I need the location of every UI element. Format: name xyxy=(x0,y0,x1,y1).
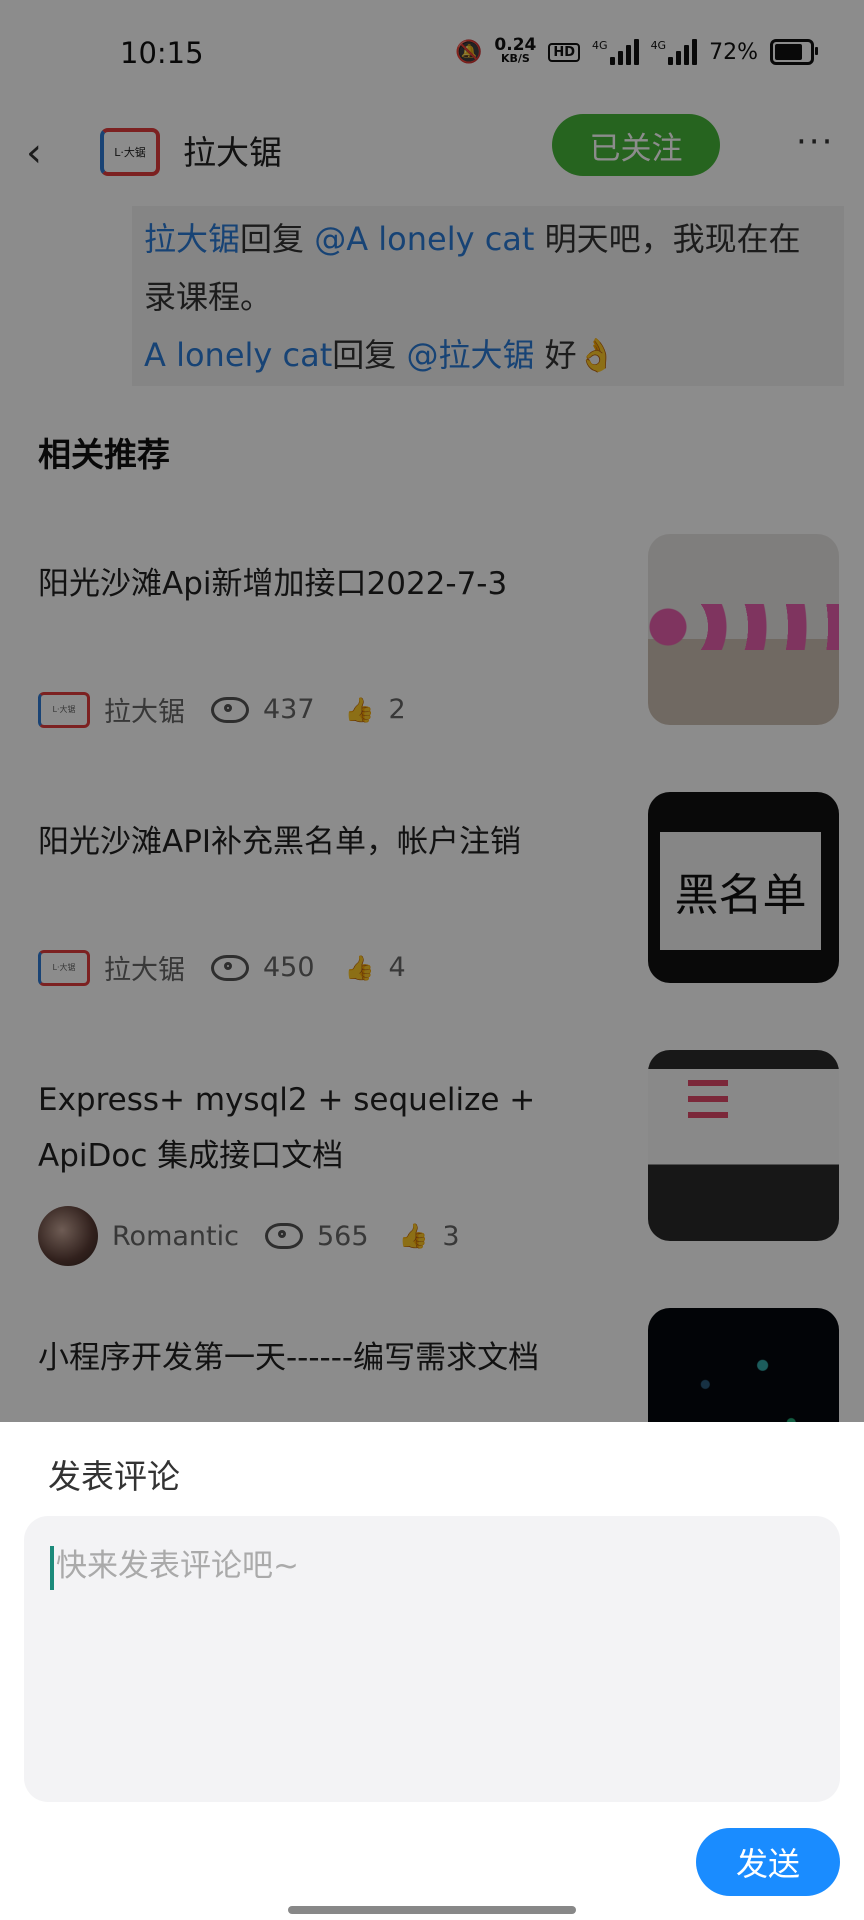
comment-placeholder: 快来发表评论吧~ xyxy=(56,1548,299,1584)
text-caret xyxy=(50,1545,54,1590)
sheet-title: 发表评论 xyxy=(48,1457,180,1496)
comment-input[interactable]: 快来发表评论吧~ xyxy=(24,1516,840,1802)
comment-sheet: 发表评论 快来发表评论吧~ 发送 xyxy=(0,1422,864,1920)
modal-overlay[interactable] xyxy=(0,0,864,1422)
home-indicator[interactable] xyxy=(288,1906,576,1914)
send-button[interactable]: 发送 xyxy=(696,1828,840,1896)
